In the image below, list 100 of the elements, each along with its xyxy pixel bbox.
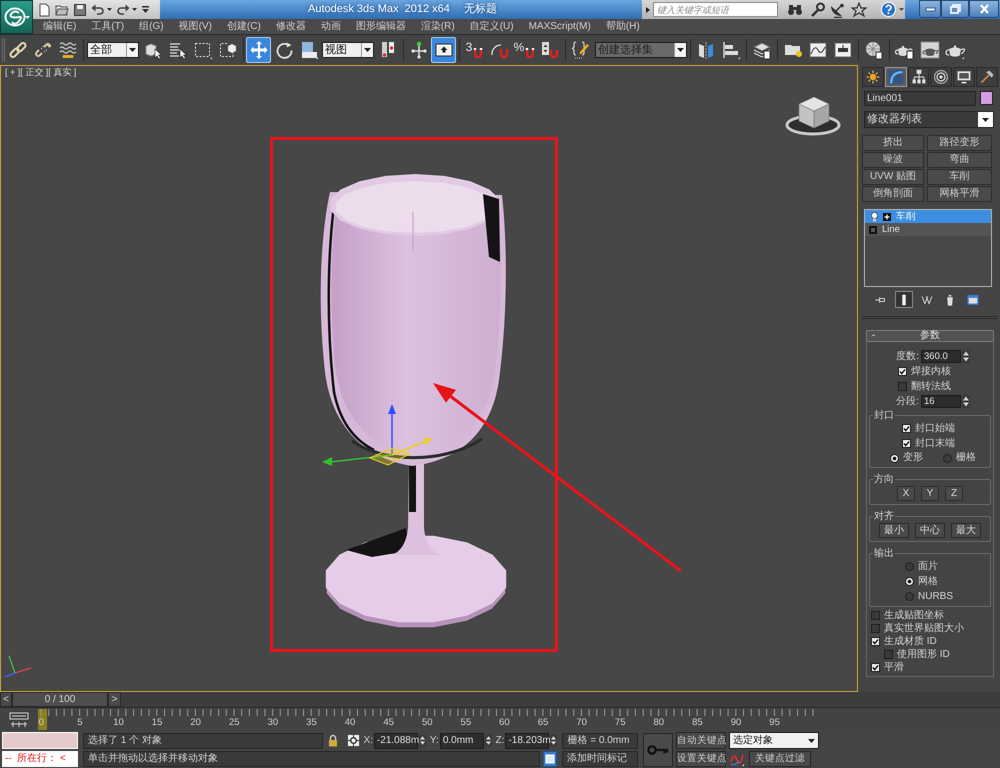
menu-item[interactable]: 修改器 xyxy=(276,22,306,32)
radio-button[interactable] xyxy=(905,577,914,586)
name-field[interactable]: Line001 xyxy=(864,91,976,106)
spinner-arrows-icon[interactable] xyxy=(418,734,426,747)
number-field[interactable]: 360.0 xyxy=(921,350,961,363)
motion-tab[interactable] xyxy=(930,67,952,87)
restore-button[interactable] xyxy=(941,0,969,18)
panel-button[interactable]: 最小 xyxy=(879,523,909,538)
dropdown[interactable]: 全部 xyxy=(87,42,139,58)
modify-tab[interactable] xyxy=(884,67,907,87)
create-tab[interactable] xyxy=(862,67,884,87)
time-tag-field[interactable]: 添加时间标记 xyxy=(562,751,638,767)
radio-button[interactable] xyxy=(905,562,914,571)
coordinate-field[interactable]: 0.0mm xyxy=(440,732,484,748)
stack-item[interactable]: 车削 xyxy=(865,210,991,223)
checkbox[interactable] xyxy=(871,637,880,646)
checkbox[interactable] xyxy=(902,424,911,433)
favorites-button[interactable] xyxy=(850,1,868,18)
menu-item[interactable]: MAXScript(M) xyxy=(528,22,591,32)
time-slider-track[interactable]: < 0 / 100 > xyxy=(0,692,1000,708)
lock-selection-button[interactable] xyxy=(328,734,338,747)
communication-button[interactable] xyxy=(829,1,847,18)
menu-item[interactable]: 渲染(R) xyxy=(420,22,455,32)
panel-button[interactable]: X xyxy=(897,486,915,501)
modifier-button[interactable]: 弯曲 xyxy=(927,152,992,168)
panel-button[interactable]: Y xyxy=(921,486,939,501)
menu-item[interactable]: 创建(C) xyxy=(226,22,261,32)
menu-item[interactable]: 工具(T) xyxy=(91,22,124,32)
help-button[interactable] xyxy=(880,1,905,18)
utilities-tab[interactable] xyxy=(976,67,998,87)
minimize-button[interactable] xyxy=(919,0,941,18)
checkbox[interactable] xyxy=(902,439,911,448)
modifier-list-dropdown[interactable]: 修改器列表 xyxy=(864,111,994,128)
previous-frame-button[interactable]: < xyxy=(0,692,12,707)
spinner-arrows-icon[interactable] xyxy=(550,734,558,747)
search-field[interactable]: 键入关键字或短语 xyxy=(653,2,778,17)
display-tab[interactable] xyxy=(953,67,976,87)
time-tag-button[interactable] xyxy=(543,751,557,767)
panel-button[interactable]: 中心 xyxy=(915,523,945,538)
rollout-header[interactable]: - 参数 xyxy=(866,330,994,342)
modifier-button[interactable]: 挤出 xyxy=(862,135,924,151)
set-key-mode-button[interactable]: 设置关键点 xyxy=(676,751,726,767)
coordinate-field[interactable]: -18.203m xyxy=(505,732,550,748)
auto-key-button[interactable]: 自动关键点 xyxy=(676,732,726,749)
key-mode-dropdown[interactable]: 选定对象 xyxy=(729,732,819,749)
key-filters-button[interactable]: 关键点过滤 xyxy=(749,751,811,767)
coordinate-field[interactable]: -21.088m xyxy=(374,732,418,748)
menu-item[interactable]: 自定义(U) xyxy=(470,22,514,32)
close-button[interactable] xyxy=(969,0,999,18)
spinner-arrows-icon[interactable] xyxy=(962,350,970,363)
listener-input-field[interactable] xyxy=(2,732,78,749)
number-field[interactable]: 16 xyxy=(921,395,961,408)
menu-item[interactable]: 动画 xyxy=(320,22,341,32)
end-result-button[interactable] xyxy=(895,291,913,308)
spinner-arrows-icon[interactable] xyxy=(484,734,492,747)
color-swatch[interactable] xyxy=(980,91,993,105)
radio-button[interactable] xyxy=(943,454,952,462)
viewport-label[interactable]: [ + ][ 正交 ][ 真实 ] xyxy=(5,68,76,77)
checkbox[interactable] xyxy=(871,611,880,620)
save-button[interactable] xyxy=(72,1,88,18)
modifier-button[interactable]: 倒角剖面 xyxy=(862,186,924,202)
menu-item[interactable]: 组(G) xyxy=(139,22,164,32)
panel-button[interactable]: 最大 xyxy=(951,523,981,538)
light-bulb-icon[interactable] xyxy=(871,212,878,222)
checkbox[interactable] xyxy=(871,663,880,672)
modifier-button[interactable]: 车削 xyxy=(927,169,992,185)
current-frame-marker[interactable] xyxy=(38,709,47,730)
checkbox[interactable] xyxy=(884,650,893,659)
menu-item[interactable]: 帮助(H) xyxy=(606,22,640,32)
shortcut-override-button[interactable] xyxy=(431,37,456,63)
radio-button[interactable] xyxy=(890,454,899,462)
menu-item[interactable]: 视图(V) xyxy=(178,22,212,32)
hierarchy-tab[interactable] xyxy=(908,67,930,87)
checkbox[interactable] xyxy=(898,382,907,391)
next-frame-button[interactable]: > xyxy=(108,692,121,707)
radio-button[interactable] xyxy=(905,592,914,601)
app-menu-button[interactable] xyxy=(0,0,33,34)
dropdown[interactable]: 创建选择集 xyxy=(595,42,687,58)
time-slider-thumb[interactable]: 0 / 100 xyxy=(12,692,108,707)
stack-item[interactable]: Line xyxy=(865,223,991,236)
modifier-button[interactable]: UVW 贴图 xyxy=(862,169,924,185)
viewport[interactable]: [ + ][ 正交 ][ 真实 ] xyxy=(0,65,858,692)
modifier-stack[interactable]: 车削 Line xyxy=(864,209,992,287)
modifier-button[interactable]: 网格平滑 xyxy=(927,186,992,202)
percent-snap-button[interactable]: % xyxy=(512,37,537,63)
move-button[interactable] xyxy=(246,37,271,63)
spinner-arrows-icon[interactable] xyxy=(962,395,970,408)
dropdown[interactable]: 视图 xyxy=(322,42,374,58)
menu-item[interactable]: 图形编辑器 xyxy=(356,22,406,32)
frame-number: 15 xyxy=(152,717,162,729)
modifier-button[interactable]: 噪波 xyxy=(862,152,924,168)
expand-box-icon[interactable] xyxy=(883,212,891,220)
checkbox[interactable] xyxy=(898,367,907,376)
checkbox[interactable] xyxy=(871,624,880,633)
panel-button[interactable]: Z xyxy=(945,486,963,501)
modifier-button[interactable]: 路径变形 xyxy=(927,135,992,151)
transform-mode-button[interactable] xyxy=(347,734,360,747)
menu-item[interactable]: 编辑(E) xyxy=(43,22,76,32)
snap-toggle-button[interactable]: 3 xyxy=(462,37,487,63)
listener-output-field[interactable]: -- 所在行： < xyxy=(2,751,78,767)
